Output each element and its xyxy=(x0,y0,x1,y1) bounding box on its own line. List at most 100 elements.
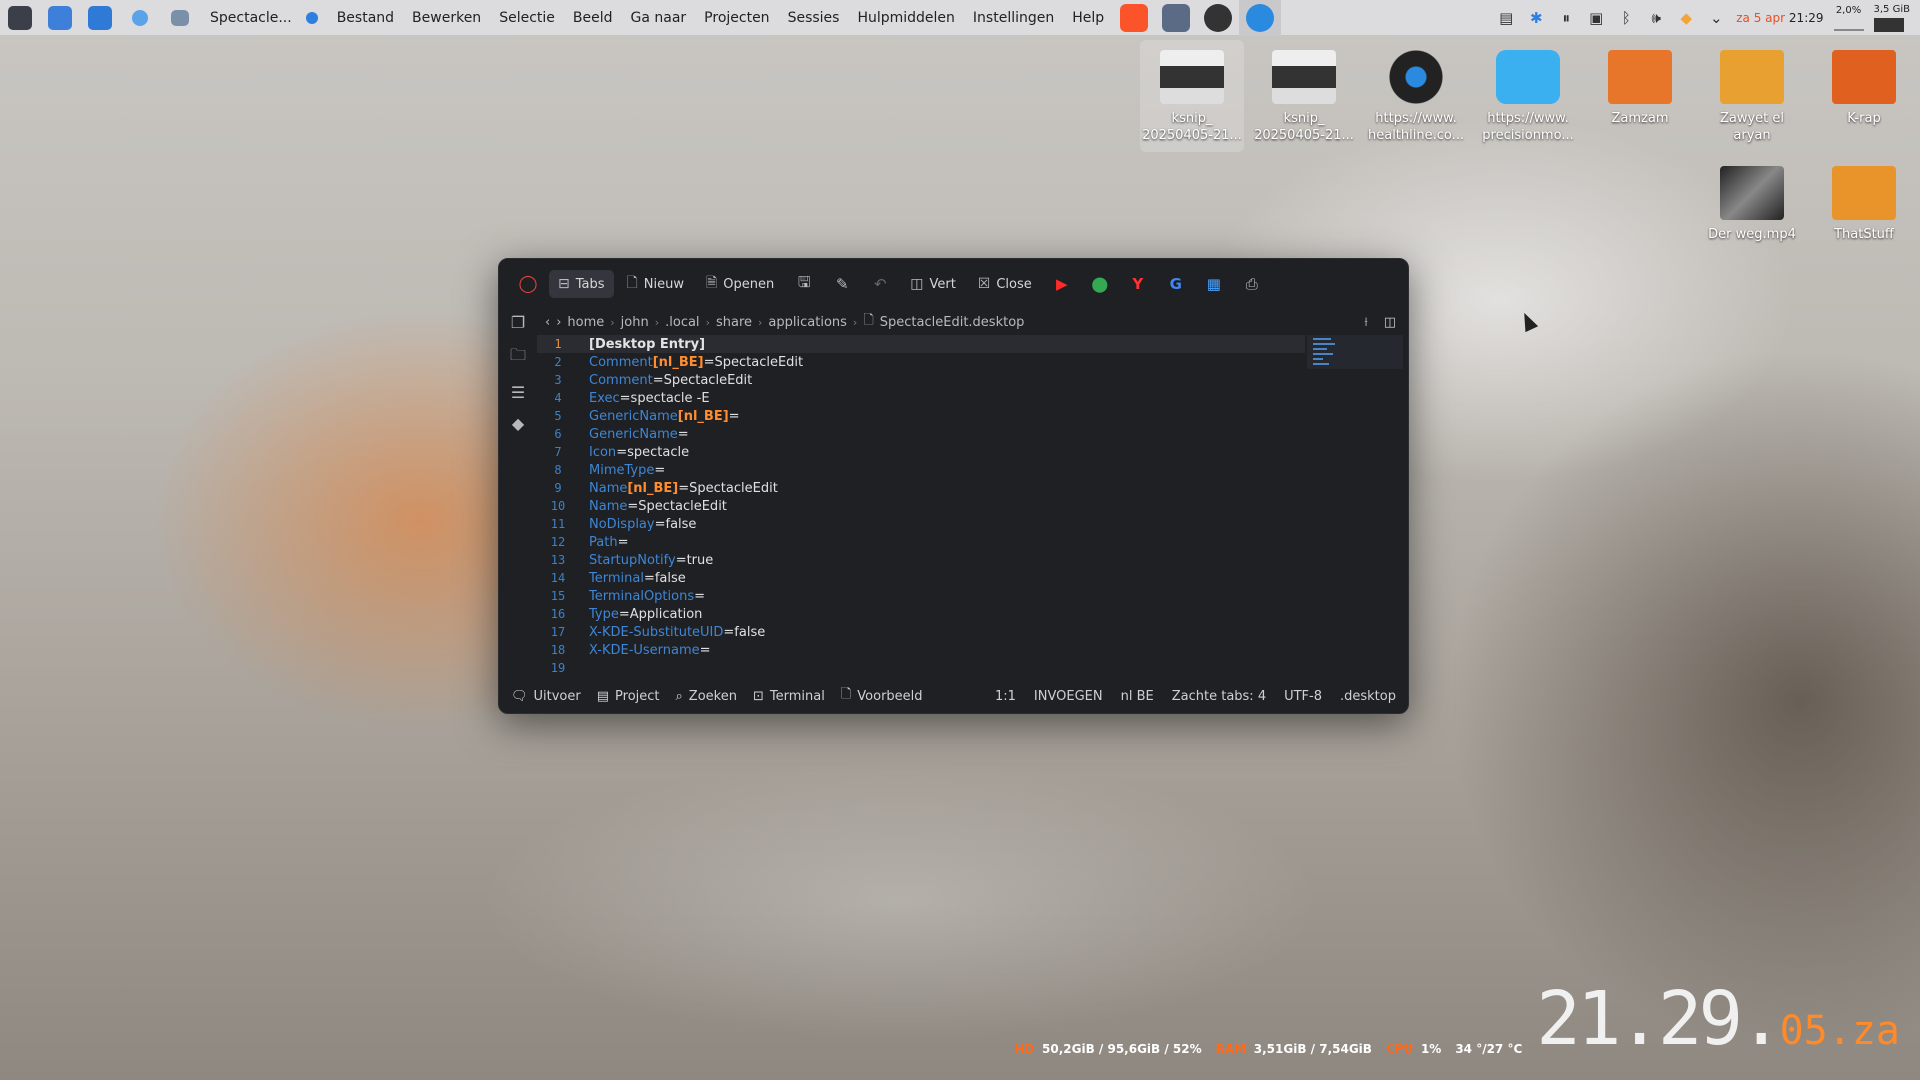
back-icon[interactable]: ‹ xyxy=(545,315,550,330)
indentation-setting[interactable]: Zachte tabs: 4 xyxy=(1172,689,1266,704)
close-button[interactable]: ☒ Close xyxy=(969,270,1041,298)
active-app-name[interactable]: Spectacle... xyxy=(200,10,306,26)
print-icon[interactable]: ⎙ xyxy=(1235,269,1269,299)
code-line[interactable]: 13 StartupNotify=true xyxy=(537,551,1305,569)
code-line[interactable]: 4 Exec=spectacle -E xyxy=(537,389,1305,407)
code-line[interactable]: 15 TerminalOptions= xyxy=(537,587,1305,605)
menu-beeld[interactable]: Beeld xyxy=(564,10,622,26)
split-view-icon[interactable]: ◫ xyxy=(1384,315,1396,330)
media-pause-icon[interactable]: ⏸ xyxy=(1556,9,1576,27)
s-app-icon[interactable] xyxy=(1155,0,1197,36)
notifications-icon[interactable]: ▤ xyxy=(1496,9,1516,27)
output-button[interactable]: 🗨 Uitvoer xyxy=(511,689,581,704)
network-icon[interactable]: ◆ xyxy=(1676,9,1696,27)
volume-icon[interactable]: 🕪 xyxy=(1646,9,1666,27)
vert-button[interactable]: ◫ Vert xyxy=(901,270,965,298)
settings-icon[interactable]: ✱ xyxy=(1526,9,1546,27)
maps-pin-icon[interactable]: ⬤ xyxy=(1083,269,1117,299)
terminal-button[interactable]: ⊡ Terminal xyxy=(753,689,825,704)
search-app-icon[interactable] xyxy=(40,0,80,36)
code-editor[interactable]: 1 [Desktop Entry] 2 Comment[nl_BE]=Spectacl… xyxy=(537,335,1305,677)
crumb-home[interactable]: home xyxy=(567,315,604,330)
minimap[interactable] xyxy=(1307,335,1403,369)
code-line[interactable]: 6 GenericName= xyxy=(537,425,1305,443)
code-line[interactable]: 16 Type=Application xyxy=(537,605,1305,623)
language-indicator[interactable]: nl BE xyxy=(1121,689,1154,704)
crumb-applications[interactable]: applications xyxy=(768,315,846,330)
tabs-button[interactable]: ⊟ Tabs xyxy=(549,270,614,298)
home-folder-icon[interactable] xyxy=(80,0,120,36)
forward-icon[interactable]: › xyxy=(556,315,561,330)
windows-icon[interactable] xyxy=(160,0,200,36)
code-line[interactable]: 1 [Desktop Entry] xyxy=(537,335,1305,353)
menu-bewerken[interactable]: Bewerken xyxy=(403,10,490,26)
code-line[interactable]: 9 Name[nl_BE]=SpectacleEdit xyxy=(537,479,1305,497)
menu-ga-naar[interactable]: Ga naar xyxy=(622,10,696,26)
cpu-monitor[interactable]: 2,0% xyxy=(1833,5,1864,31)
code-line[interactable]: 10 Name=SpectacleEdit xyxy=(537,497,1305,515)
crumb-file[interactable]: SpectacleEdit.desktop xyxy=(880,315,1025,330)
desktop-icon-ksnip-2[interactable]: ksnip_ 20250405-21... xyxy=(1252,40,1356,144)
code-line[interactable]: 19 xyxy=(537,659,1305,677)
documents-icon[interactable]: ❐ xyxy=(511,313,525,332)
input-mode[interactable]: INVOEGEN xyxy=(1034,689,1103,704)
code-line[interactable]: 3 Comment=SpectacleEdit xyxy=(537,371,1305,389)
menu-help[interactable]: Help xyxy=(1063,10,1113,26)
expand-tray-icon[interactable]: ⌄ xyxy=(1706,9,1726,27)
translate-icon[interactable]: ▦ xyxy=(1197,269,1231,299)
code-line[interactable]: 14 Terminal=false xyxy=(537,569,1305,587)
music-icon[interactable] xyxy=(120,0,160,36)
menu-projecten[interactable]: Projecten xyxy=(695,10,778,26)
projects-icon[interactable]: ☰ xyxy=(511,383,525,402)
desktop-icon-ksnip-1[interactable]: ksnip_ 20250405-21... xyxy=(1140,40,1244,152)
git-icon[interactable]: ◆ xyxy=(512,414,524,433)
eye-app-icon[interactable] xyxy=(1197,0,1239,36)
desktop-icon-zawyet[interactable]: Zawyet el aryan xyxy=(1700,40,1804,144)
app-launcher-icon[interactable] xyxy=(0,0,40,36)
new-button[interactable]: 🗋 Nieuw xyxy=(618,266,693,302)
yandex-icon[interactable]: Y xyxy=(1121,269,1155,299)
code-line[interactable]: 12 Path= xyxy=(537,533,1305,551)
desktop-icon-der-weg[interactable]: Der weg.mp4 xyxy=(1700,156,1804,243)
code-line[interactable]: 2 Comment[nl_BE]=SpectacleEdit xyxy=(537,353,1305,371)
youtube-icon[interactable]: ▶ xyxy=(1045,269,1079,299)
desktop-icon-thatstuff[interactable]: ThatStuff xyxy=(1812,156,1916,243)
menu-sessies[interactable]: Sessies xyxy=(779,10,849,26)
google-icon[interactable]: G xyxy=(1159,269,1193,299)
encoding-indicator[interactable]: UTF-8 xyxy=(1284,689,1322,704)
clipboard-icon[interactable]: ▣ xyxy=(1586,9,1606,27)
panel-clock[interactable]: za 5 apr 21:29 xyxy=(1736,11,1823,25)
crumb-local[interactable]: .local xyxy=(665,315,699,330)
pin-icon[interactable]: ⟊ xyxy=(1364,315,1367,330)
menu-hulpmiddelen[interactable]: Hulpmiddelen xyxy=(848,10,963,26)
code-line[interactable]: 18 X-KDE-Username= xyxy=(537,641,1305,659)
folder-icon[interactable]: 🗀 xyxy=(510,344,526,371)
preview-button[interactable]: 🗋 Voorbeeld xyxy=(841,685,923,707)
memory-monitor[interactable]: 3,5 GiB xyxy=(1873,4,1910,32)
open-button[interactable]: 🗎 Openen xyxy=(697,266,783,302)
crumb-share[interactable]: share xyxy=(716,315,752,330)
undo-icon[interactable]: ↶ xyxy=(863,269,897,299)
code-line[interactable]: 5 GenericName[nl_BE]= xyxy=(537,407,1305,425)
code-line[interactable]: 17 X-KDE-SubstituteUID=false xyxy=(537,623,1305,641)
search-button[interactable]: ⌕ Zoeken xyxy=(676,689,737,704)
project-button[interactable]: ▤ Project xyxy=(597,689,660,704)
desktop-icon-healthline[interactable]: https://www. healthline.co... xyxy=(1364,40,1468,144)
desktop-icon-zamzam[interactable]: Zamzam xyxy=(1588,40,1692,127)
code-line[interactable]: 7 Icon=spectacle xyxy=(537,443,1305,461)
cursor-position[interactable]: 1:1 xyxy=(995,689,1016,704)
brave-browser-icon[interactable] xyxy=(1113,0,1155,36)
kate-editor-icon[interactable] xyxy=(1239,0,1282,36)
code-line[interactable]: 11 NoDisplay=false xyxy=(537,515,1305,533)
close-window-icon[interactable]: ◯ xyxy=(511,269,545,299)
filetype-indicator[interactable]: .desktop xyxy=(1340,689,1396,704)
menu-bestand[interactable]: Bestand xyxy=(328,10,403,26)
desktop-icon-precisionmo[interactable]: https://www. precisionmo... xyxy=(1476,40,1580,144)
menu-selectie[interactable]: Selectie xyxy=(490,10,564,26)
save-icon[interactable]: 🖫 xyxy=(787,269,821,299)
menu-instellingen[interactable]: Instellingen xyxy=(964,10,1063,26)
code-line[interactable]: 8 MimeType= xyxy=(537,461,1305,479)
save-as-icon[interactable]: ✎ xyxy=(825,269,859,299)
desktop-icon-k-rap[interactable]: K-rap xyxy=(1812,40,1916,127)
crumb-john[interactable]: john xyxy=(621,315,649,330)
